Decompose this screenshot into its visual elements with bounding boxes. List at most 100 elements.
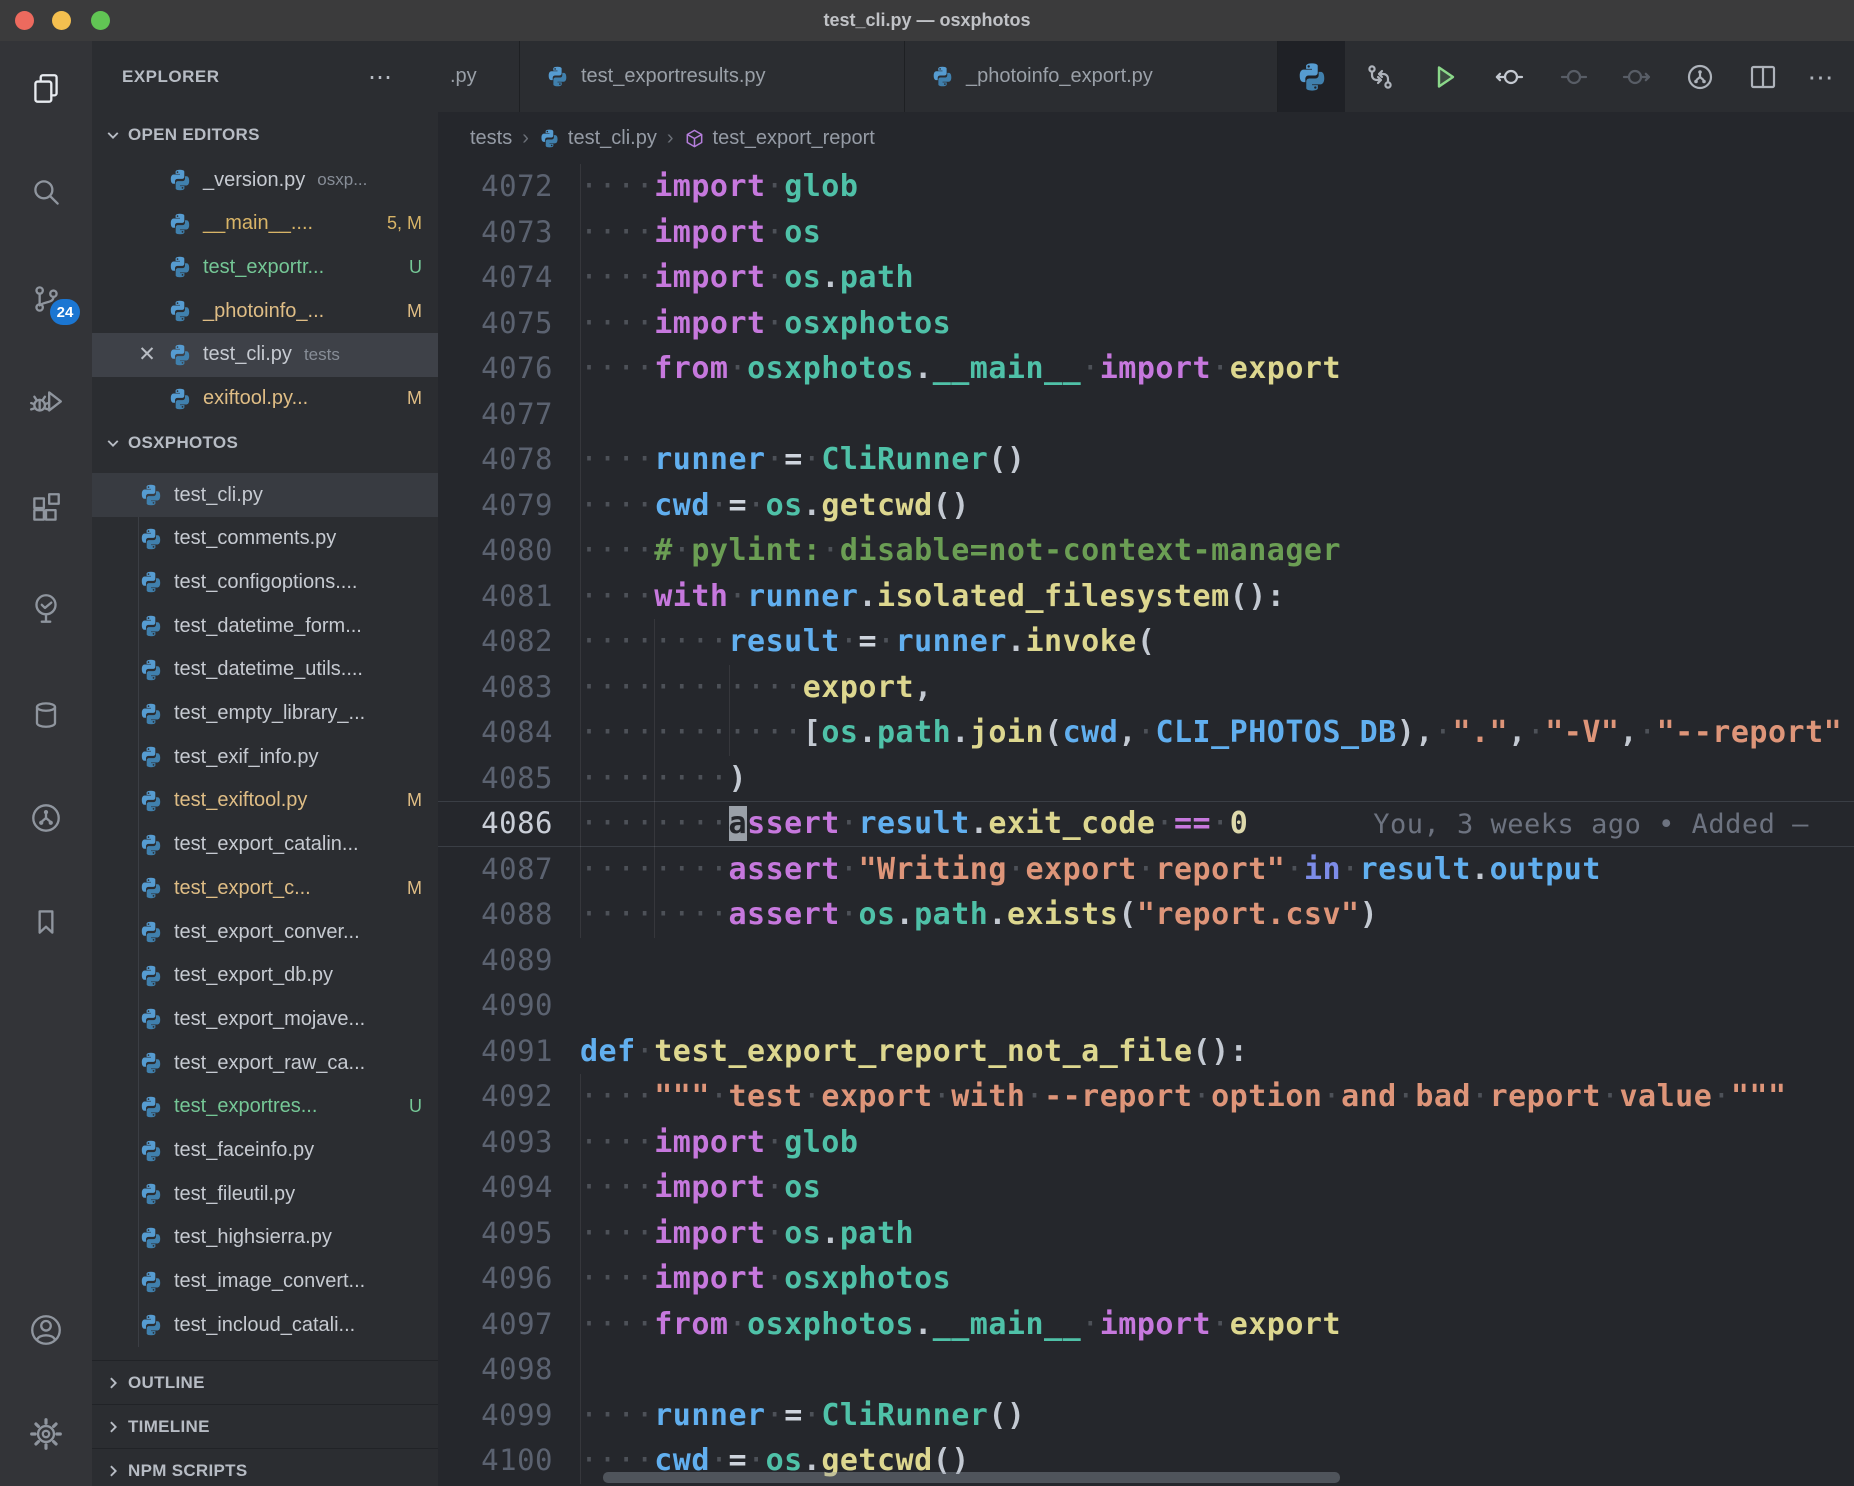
line-content[interactable]: ····import·glob xyxy=(580,164,1854,210)
section-open-editors[interactable]: OPEN EDITORS xyxy=(92,113,438,157)
open-editor-_photoinfo_[interactable]: _photoinfo_...M xyxy=(92,289,438,333)
section-outline[interactable]: OUTLINE xyxy=(92,1360,438,1404)
line-content[interactable]: ········assert·result.exit_code·==·0You,… xyxy=(580,801,1854,847)
breadcrumb-item-test_clipy[interactable]: test_cli.py xyxy=(539,127,657,150)
line-content[interactable]: ····runner·=·CliRunner() xyxy=(580,1393,1854,1439)
open-editor-__main__[interactable]: __main__....5, M xyxy=(92,202,438,246)
section-osxphotos[interactable]: OSXPHOTOS xyxy=(92,421,438,465)
line-number[interactable]: 4081 xyxy=(438,574,580,620)
line-content[interactable]: ····with·runner.isolated_filesystem(): xyxy=(580,574,1854,620)
line-number[interactable]: 4099 xyxy=(438,1393,580,1439)
tree-item-test_export_conver[interactable]: test_export_conver... xyxy=(92,910,438,954)
line-content[interactable]: ············export, xyxy=(580,665,1854,711)
tree-item-test_configoptions[interactable]: test_configoptions.... xyxy=(92,560,438,604)
line-content[interactable]: ········assert·"Writing·export·report"·i… xyxy=(580,847,1854,893)
line-content[interactable]: ····import·os xyxy=(580,210,1854,256)
line-number[interactable]: 4096 xyxy=(438,1256,580,1302)
line-number[interactable]: 4079 xyxy=(438,483,580,529)
line-content[interactable] xyxy=(580,1347,1854,1393)
gitlens-graph-button[interactable] xyxy=(1684,61,1716,93)
line-content[interactable] xyxy=(580,983,1854,1029)
line-content[interactable]: ····import·glob xyxy=(580,1120,1854,1166)
open-editor-test_clipy[interactable]: ✕test_cli.pytests xyxy=(92,333,438,377)
breadcrumb-item-test_export_report[interactable]: test_export_report xyxy=(684,127,875,150)
tree-item-test_export_dbpy[interactable]: test_export_db.py xyxy=(92,954,438,998)
previous-change-button[interactable] xyxy=(1493,61,1525,93)
tree-item-test_clipy[interactable]: test_cli.py xyxy=(92,473,438,517)
tree-item-test_faceinfopy[interactable]: test_faceinfo.py xyxy=(92,1129,438,1173)
tree-item-test_fileutilpy[interactable]: test_fileutil.py xyxy=(92,1172,438,1216)
breadcrumb-item-tests[interactable]: tests xyxy=(470,127,512,150)
more-actions-icon[interactable]: ⋯ xyxy=(368,63,394,92)
activity-item-source-control[interactable]: 24 xyxy=(0,277,92,321)
line-content[interactable]: ····runner·=·CliRunner() xyxy=(580,437,1854,483)
tab-py[interactable]: .py xyxy=(438,41,520,112)
line-content[interactable]: ····import·osxphotos xyxy=(580,1256,1854,1302)
line-number[interactable]: 4092 xyxy=(438,1074,580,1120)
close-icon[interactable]: ✕ xyxy=(134,342,160,367)
line-content[interactable]: ····import·os xyxy=(580,1165,1854,1211)
open-editor-test_exportr[interactable]: test_exportr...U xyxy=(92,245,438,289)
line-content[interactable]: ········assert·os.path.exists("report.cs… xyxy=(580,892,1854,938)
section-npm-scripts[interactable]: NPM SCRIPTS xyxy=(92,1448,438,1486)
activity-item-gitlens[interactable] xyxy=(0,796,92,840)
section-timeline[interactable]: TIMELINE xyxy=(92,1404,438,1448)
line-content[interactable]: ········) xyxy=(580,756,1854,802)
line-number[interactable]: 4076 xyxy=(438,346,580,392)
next-change-button[interactable] xyxy=(1621,61,1653,93)
activity-item-bookmarks[interactable] xyxy=(0,900,92,944)
line-content[interactable]: ····"""·test·export·with·--report·option… xyxy=(580,1074,1854,1120)
line-number[interactable]: 4075 xyxy=(438,301,580,347)
line-number[interactable]: 4091 xyxy=(438,1029,580,1075)
run-button[interactable] xyxy=(1429,61,1461,93)
tree-item-test_highsierrapy[interactable]: test_highsierra.py xyxy=(92,1216,438,1260)
line-content[interactable] xyxy=(580,392,1854,438)
line-number[interactable]: 4094 xyxy=(438,1165,580,1211)
open-editor-_versionpy[interactable]: _version.pyosxp... xyxy=(92,158,438,202)
line-number[interactable]: 4086 xyxy=(438,801,580,847)
tree-item-test_exportres[interactable]: test_exportres...U xyxy=(92,1085,438,1129)
activity-item-account[interactable] xyxy=(0,1308,92,1352)
activity-item-run-debug[interactable] xyxy=(0,380,92,424)
activity-item-extensions[interactable] xyxy=(0,486,92,530)
line-content[interactable]: def·test_export_report_not_a_file(): xyxy=(580,1029,1854,1075)
change-marker-button[interactable] xyxy=(1558,61,1590,93)
tree-item-test_image_convert[interactable]: test_image_convert... xyxy=(92,1260,438,1304)
line-number[interactable]: 4080 xyxy=(438,528,580,574)
open-changes-button[interactable] xyxy=(1364,61,1396,93)
more-actions-button[interactable]: ⋯ xyxy=(1806,61,1838,93)
activity-item-todo-tree[interactable] xyxy=(0,587,92,631)
line-content[interactable]: ········result·=·runner.invoke( xyxy=(580,619,1854,665)
activity-item-search[interactable] xyxy=(0,171,92,215)
line-number[interactable]: 4078 xyxy=(438,437,580,483)
line-number[interactable]: 4072 xyxy=(438,164,580,210)
tree-item-test_datetime_utils[interactable]: test_datetime_utils.... xyxy=(92,648,438,692)
tree-item-test_export_mojave[interactable]: test_export_mojave... xyxy=(92,997,438,1041)
python-interpreter-button[interactable] xyxy=(1278,41,1345,112)
line-number[interactable]: 4085 xyxy=(438,756,580,802)
tree-item-test_export_catalin[interactable]: test_export_catalin... xyxy=(92,823,438,867)
line-number[interactable]: 4074 xyxy=(438,255,580,301)
line-content[interactable]: ····cwd·=·os.getcwd() xyxy=(580,483,1854,529)
line-content[interactable]: ····import·os.path xyxy=(580,255,1854,301)
line-content[interactable]: ····from·osxphotos.__main__·import·expor… xyxy=(580,346,1854,392)
activity-item-database[interactable] xyxy=(0,693,92,737)
line-number[interactable]: 4084 xyxy=(438,710,580,756)
activity-item-explorer[interactable] xyxy=(0,67,92,111)
tab-_photoinfo_exportpy[interactable]: _photoinfo_export.py xyxy=(905,41,1278,112)
tree-item-test_exif_infopy[interactable]: test_exif_info.py xyxy=(92,735,438,779)
line-content[interactable] xyxy=(580,938,1854,984)
line-content[interactable]: ············[os.path.join(cwd,·CLI_PHOTO… xyxy=(580,710,1854,756)
line-number[interactable]: 4077 xyxy=(438,392,580,438)
line-number[interactable]: 4083 xyxy=(438,665,580,711)
line-number[interactable]: 4088 xyxy=(438,892,580,938)
tree-item-test_export_c[interactable]: test_export_c...M xyxy=(92,866,438,910)
line-content[interactable]: ····#·pylint:·disable=not-context-manage… xyxy=(580,528,1854,574)
line-number[interactable]: 4095 xyxy=(438,1211,580,1257)
split-editor-button[interactable] xyxy=(1747,61,1779,93)
line-number[interactable]: 4097 xyxy=(438,1302,580,1348)
tree-item-test_datetime_form[interactable]: test_datetime_form... xyxy=(92,604,438,648)
line-content[interactable]: ····import·osxphotos xyxy=(580,301,1854,347)
horizontal-scrollbar[interactable] xyxy=(603,1472,1340,1483)
tree-item-test_empty_library_[interactable]: test_empty_library_... xyxy=(92,692,438,736)
